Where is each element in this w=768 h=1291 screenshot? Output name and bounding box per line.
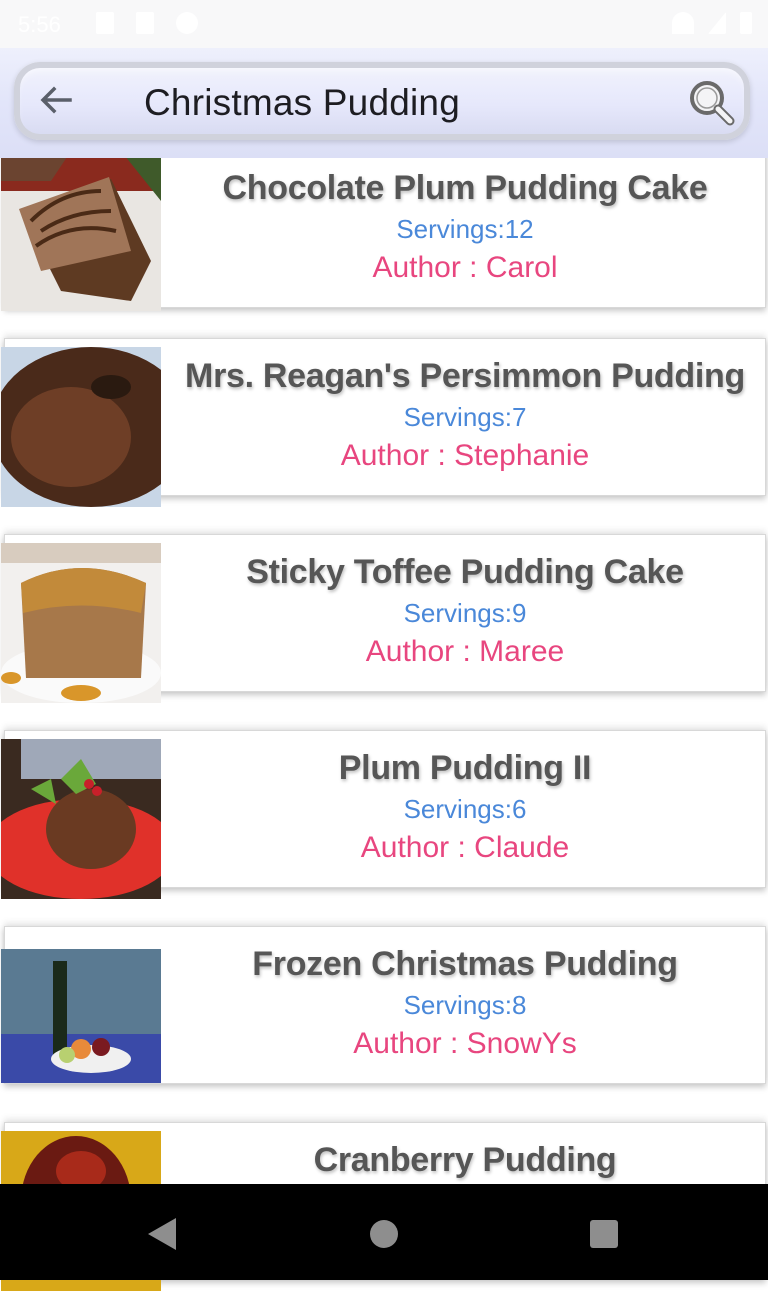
notification-icon (96, 12, 114, 34)
system-icons (672, 12, 752, 34)
recipe-card[interactable]: Sticky Toffee Pudding Cake Servings:9 Au… (1, 534, 766, 703)
recipe-author: Author : Stephanie (340, 439, 590, 472)
recipe-servings: Servings:12 (396, 214, 534, 244)
wifi-icon (672, 12, 694, 34)
recipe-author: Author : Maree (365, 635, 565, 668)
recipe-author: Author : Claude (360, 831, 570, 864)
recipe-card[interactable]: Frozen Christmas Pudding Servings:8 Auth… (1, 926, 766, 1084)
recipe-thumbnail (1, 739, 161, 899)
search-button[interactable] (684, 76, 740, 132)
recipe-info: Sticky Toffee Pudding Cake Servings:9 Au… (165, 535, 765, 669)
recipe-title: Mrs. Reagan's Persimmon Pudding (185, 357, 745, 395)
recipe-author: Author : SnowYs (353, 1027, 577, 1060)
battery-icon (740, 12, 752, 34)
sync-icon (176, 12, 198, 34)
recipe-card[interactable]: Mrs. Reagan's Persimmon Pudding Servings… (1, 338, 766, 507)
nav-back-button[interactable] (142, 1214, 182, 1254)
search-input[interactable]: Christmas Pudding (144, 82, 460, 124)
nav-recents-button[interactable] (584, 1214, 624, 1254)
nav-home-button[interactable] (364, 1214, 404, 1254)
recipe-info: Cranberry Pudding (165, 1123, 765, 1180)
back-button[interactable] (34, 78, 78, 122)
recipe-card[interactable]: Plum Pudding II Servings:6 Author : Clau… (1, 730, 766, 899)
recipe-info: Frozen Christmas Pudding Servings:8 Auth… (165, 927, 765, 1061)
recipe-title: Sticky Toffee Pudding Cake (246, 553, 684, 591)
magnifier-icon (690, 81, 735, 126)
signal-icon (708, 12, 726, 34)
recipe-servings: Servings:8 (403, 990, 527, 1020)
sd-card-icon (136, 12, 154, 34)
notification-icons (96, 12, 198, 34)
recipe-thumbnail (1, 347, 161, 507)
status-bar: 5:56 (0, 0, 768, 48)
recipe-servings: Servings:9 (403, 598, 527, 628)
recipe-card[interactable]: Chocolate Plum Pudding Cake Servings:12 … (1, 150, 766, 311)
recipe-info: Plum Pudding II Servings:6 Author : Clau… (165, 731, 765, 865)
recipe-info: Chocolate Plum Pudding Cake Servings:12 … (165, 151, 765, 285)
recipe-title: Cranberry Pudding (313, 1141, 617, 1179)
recipe-servings: Servings:7 (403, 402, 527, 432)
recipe-title: Plum Pudding II (338, 749, 592, 787)
search-header: Christmas Pudding (0, 48, 768, 158)
navigation-bar (0, 1184, 768, 1280)
recipe-thumbnail (1, 543, 161, 703)
nav-recents-icon (590, 1220, 618, 1248)
recipe-servings: Servings:6 (403, 794, 527, 824)
arrow-left-icon (40, 86, 72, 114)
recipe-info: Mrs. Reagan's Persimmon Pudding Servings… (165, 339, 765, 473)
status-time: 5:56 (18, 12, 61, 37)
recipe-author: Author : Carol (372, 251, 558, 284)
recipe-thumbnail (1, 949, 161, 1083)
nav-back-icon (148, 1218, 176, 1250)
recipe-title: Frozen Christmas Pudding (252, 945, 678, 983)
recipe-title: Chocolate Plum Pudding Cake (222, 169, 708, 207)
recipe-thumbnail (1, 151, 161, 311)
nav-home-icon (370, 1220, 398, 1248)
